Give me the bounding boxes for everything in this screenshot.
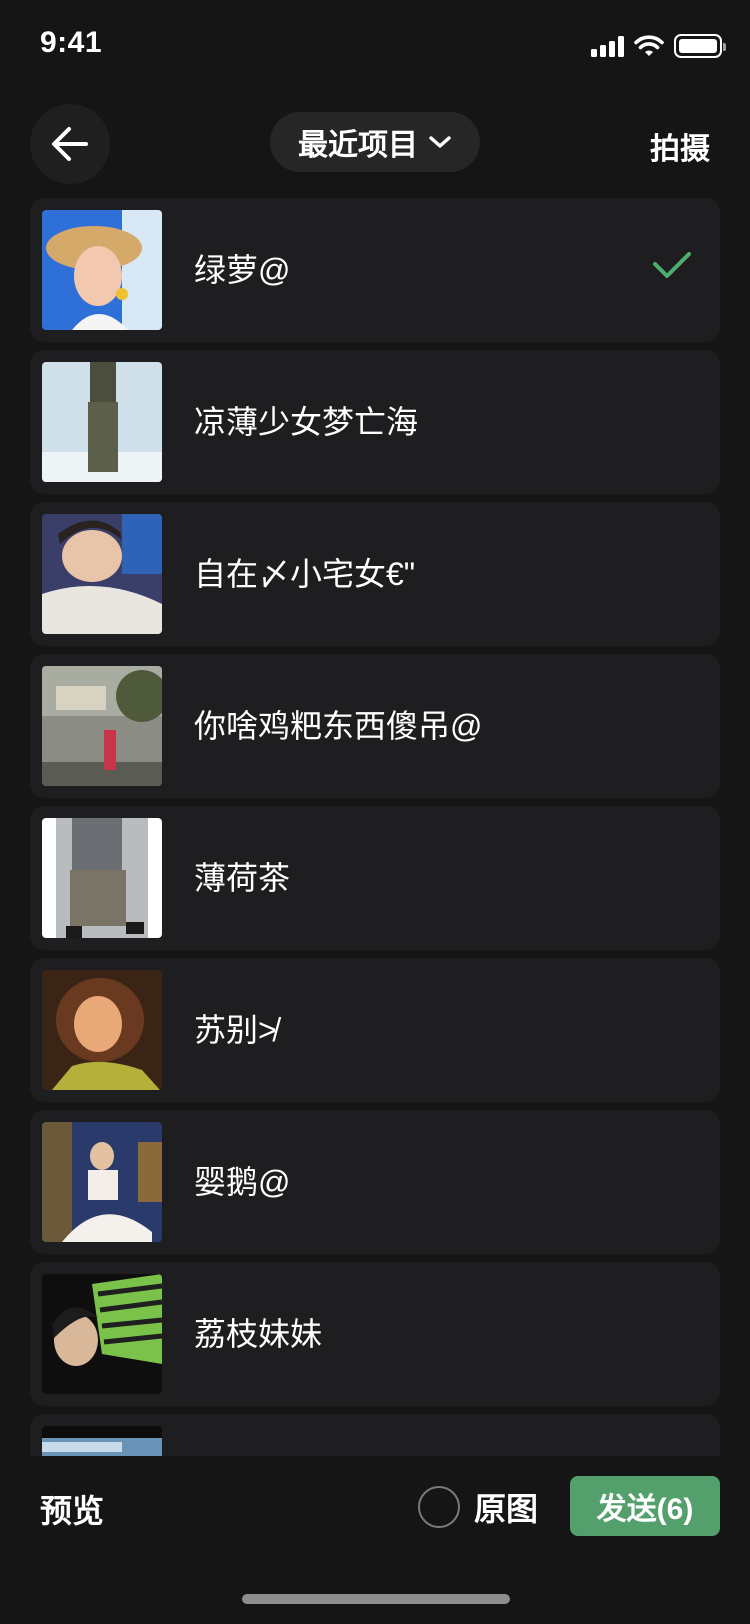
send-button[interactable]: 发送(6) [570,1476,720,1536]
album-item[interactable]: 苏别≯ [30,958,720,1102]
signal-icon [591,35,624,57]
album-item[interactable]: 凉薄少女梦亡海 [30,350,720,494]
album-picker[interactable]: 最近项目 [270,112,480,172]
album-item[interactable]: 绿萝@ [30,198,720,342]
album-name: 你啥鸡粑东西傻吊@ [194,708,483,744]
album-name: 苏别≯ [194,1012,277,1048]
album-list[interactable]: 绿萝@ 凉薄少女梦亡海 自在〆小宅女€" 你啥鸡粑东西傻吊@ 薄荷茶 苏别≯ 婴… [30,198,720,1456]
album-thumbnail [42,210,162,330]
album-name: 绿萝@ [194,252,291,288]
album-name: 薄荷茶 [194,860,291,896]
preview-button[interactable]: 预览 [40,1486,104,1532]
album-thumbnail [42,1426,162,1456]
album-name: 凉薄少女梦亡海 [194,404,419,440]
status-icons [591,32,726,60]
original-image-toggle[interactable]: 原图 [418,1484,538,1530]
radio-circle-icon[interactable] [418,1486,460,1528]
arrow-left-icon [52,127,88,161]
check-icon [653,252,691,278]
album-thumbnail [42,970,162,1090]
album-item[interactable] [30,1414,720,1456]
chevron-down-icon [429,136,451,148]
capture-button[interactable]: 拍摄 [650,124,710,168]
back-button[interactable] [30,104,110,184]
battery-icon [674,34,726,58]
album-thumbnail [42,1122,162,1242]
original-image-label: 原图 [474,1491,539,1527]
album-item[interactable]: 你啥鸡粑东西傻吊@ [30,654,720,798]
wifi-icon [634,35,664,56]
album-thumbnail [42,1274,162,1394]
nav-bar: 最近项目 拍摄 [0,100,750,186]
album-item[interactable]: 薄荷茶 [30,806,720,950]
album-item[interactable]: 荔枝妹妹 [30,1262,720,1406]
album-thumbnail [42,362,162,482]
album-item[interactable]: 自在〆小宅女€" [30,502,720,646]
status-time: 9:41 [40,26,103,59]
album-item[interactable]: 婴鹅@ [30,1110,720,1254]
status-bar: 9:41 [0,0,750,92]
bottom-toolbar: 预览 原图 发送(6) [0,1456,750,1624]
album-name: 荔枝妹妹 [194,1316,323,1352]
album-thumbnail [42,666,162,786]
album-thumbnail [42,514,162,634]
home-indicator[interactable] [242,1594,510,1604]
album-name: 自在〆小宅女€" [194,556,416,592]
album-thumbnail [42,818,162,938]
album-name: 婴鹅@ [194,1164,291,1200]
album-picker-label: 最近项目 [298,129,418,162]
